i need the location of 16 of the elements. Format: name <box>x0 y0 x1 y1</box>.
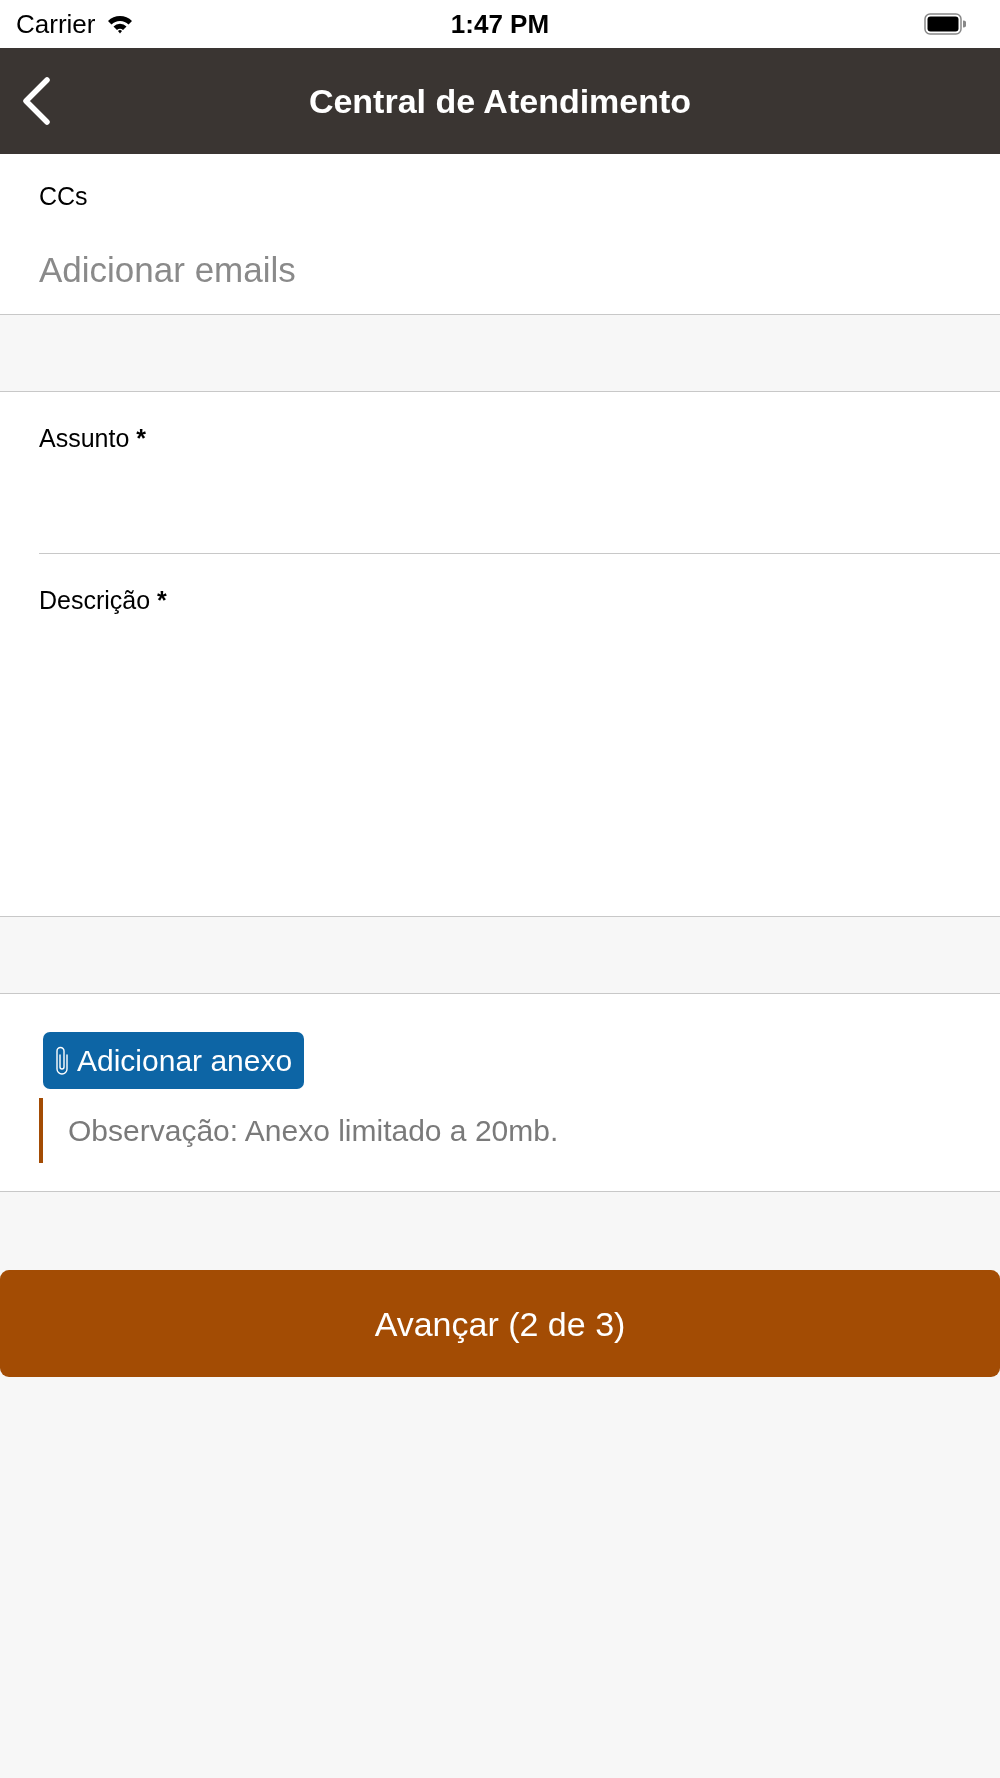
carrier-label: Carrier <box>16 9 96 39</box>
time-label: 1:47 PM <box>450 9 550 39</box>
field-label: Assunto * <box>39 424 147 452</box>
description-field[interactable]: Descrição * <box>0 554 1000 917</box>
paperclip-icon <box>55 1045 69 1076</box>
battery-icon <box>924 13 966 35</box>
field-label: Descrição * <box>39 586 167 614</box>
subject-field[interactable]: Assunto * <box>0 392 1000 554</box>
cc-field[interactable]: CCs Adicionar emails <box>0 154 1000 315</box>
chevron-left-icon <box>21 77 51 125</box>
attachment-note: Observação: Anexo limitado a 20mb. <box>39 1098 559 1163</box>
next-button[interactable]: Avançar (2 de 3) <box>0 1270 1000 1377</box>
wifi-icon <box>107 14 134 34</box>
nav-title: Central de Atendimento <box>308 81 692 121</box>
cc-label: CCs <box>39 182 88 210</box>
add-attachment-button[interactable]: Adicionar anexo <box>43 1032 305 1089</box>
